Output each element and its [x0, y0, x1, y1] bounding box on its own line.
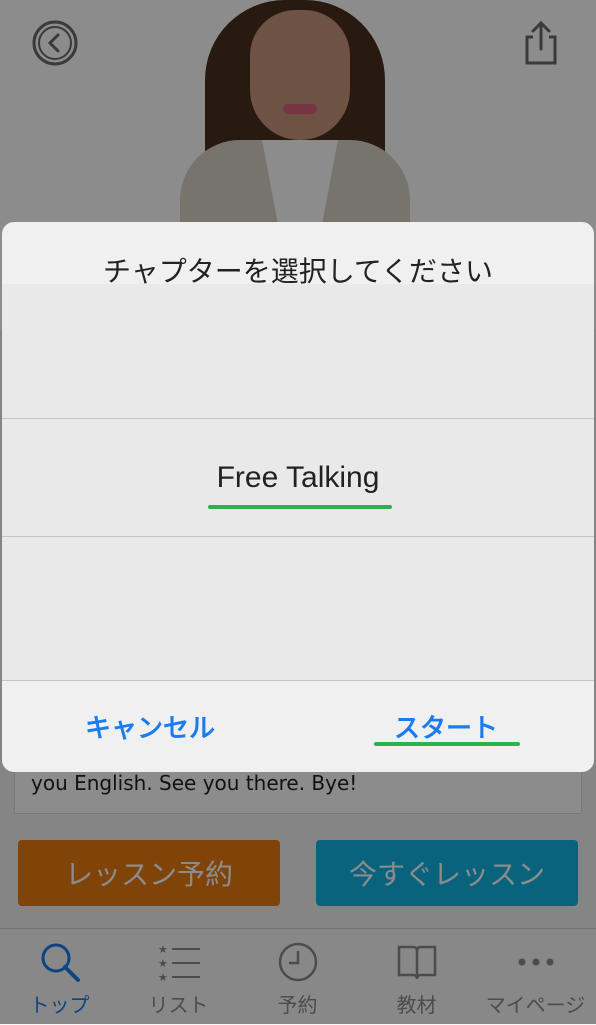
picker-selected-option: Free Talking: [216, 460, 380, 494]
cancel-button[interactable]: キャンセル: [2, 681, 298, 772]
picker-selection-bottom-line: [2, 536, 594, 537]
picker-selected-row[interactable]: Free Talking: [2, 419, 594, 536]
start-button-highlight: [374, 742, 520, 746]
chapter-picker-dialog: チャプターを選択してください Free Talking キャンセル スタート: [2, 222, 594, 772]
start-button[interactable]: スタート: [298, 681, 594, 772]
chapter-picker-wheel[interactable]: Free Talking: [2, 284, 594, 680]
selected-option-highlight: [208, 505, 392, 509]
